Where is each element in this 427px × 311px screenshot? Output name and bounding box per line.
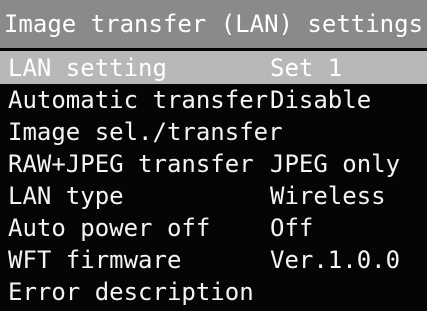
menu-item-error-description[interactable]: Error description: [0, 275, 427, 308]
menu-item-label: RAW+JPEG transfer: [8, 149, 254, 178]
menu-item-lan-type[interactable]: LAN type Wireless: [0, 179, 427, 212]
menu-item-value: Off: [270, 213, 314, 242]
menu-item-raw-jpeg-transfer[interactable]: RAW+JPEG transfer JPEG only: [0, 147, 427, 180]
menu-item-label: Auto power off: [8, 213, 211, 242]
menu-item-value: JPEG only: [270, 149, 401, 178]
menu-item-value: Ver.1.0.0: [270, 245, 401, 274]
camera-menu-screen: Image transfer (LAN) settings LAN settin…: [0, 0, 427, 311]
menu-item-image-sel-transfer[interactable]: Image sel./transfer: [0, 115, 427, 148]
menu-item-label: WFT firmware: [8, 245, 182, 274]
menu-item-label: LAN setting: [8, 53, 167, 82]
menu-item-lan-setting[interactable]: LAN setting Set 1: [0, 51, 427, 84]
menu-item-automatic-transfer[interactable]: Automatic transfer Disable: [0, 83, 427, 116]
menu-item-value: Wireless: [270, 181, 386, 210]
menu-item-auto-power-off[interactable]: Auto power off Off: [0, 211, 427, 244]
menu-title: Image transfer (LAN) settings: [3, 10, 424, 38]
menu-item-label: LAN type: [8, 181, 124, 210]
menu-item-value: Disable: [270, 85, 372, 114]
menu-title-bar: Image transfer (LAN) settings: [0, 0, 427, 48]
settings-menu: LAN setting Set 1 Automatic transfer Dis…: [0, 51, 427, 311]
menu-item-label: Error description: [8, 277, 254, 306]
menu-item-label: Automatic transfer: [8, 85, 269, 114]
menu-item-label: Image sel./transfer: [8, 117, 283, 146]
menu-item-wft-firmware[interactable]: WFT firmware Ver.1.0.0: [0, 243, 427, 276]
menu-item-value: Set 1: [270, 53, 343, 82]
